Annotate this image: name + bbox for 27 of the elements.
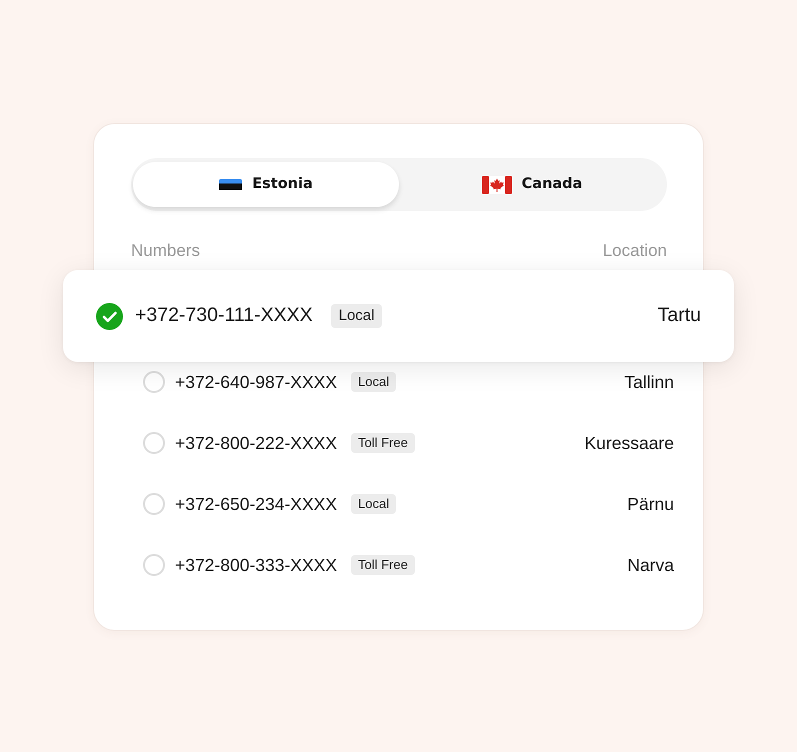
- maple-leaf-flag-icon: [482, 176, 512, 194]
- radio-button[interactable]: [143, 371, 165, 393]
- phone-number: +372-730-111-XXXX: [135, 303, 313, 328]
- location-text: Narva: [627, 554, 674, 577]
- phone-number: +372-650-234-XXXX: [175, 492, 337, 516]
- selected-row-card[interactable]: +372-730-111-XXXX Local Tartu: [63, 270, 734, 362]
- radio-button[interactable]: [143, 493, 165, 515]
- location-text: Kuressaare: [584, 432, 674, 455]
- phone-number: +372-640-987-XXXX: [175, 370, 337, 394]
- phone-number: +372-800-222-XXXX: [175, 432, 337, 455]
- number-type-tag: Toll Free: [351, 433, 415, 453]
- radio-button[interactable]: [143, 554, 165, 576]
- column-header: Location: [602, 241, 667, 261]
- number-type-tag: Toll Free: [351, 555, 415, 575]
- location-text: Tallinn: [624, 370, 674, 394]
- striped-flag-icon: [219, 179, 242, 190]
- number-type-tag: Local: [330, 304, 382, 328]
- number-type-tag: Local: [351, 494, 396, 514]
- location-text: Tartu: [658, 303, 701, 328]
- country-tab[interactable]: Canada: [399, 162, 665, 207]
- country-tab[interactable]: Estonia: [133, 162, 399, 207]
- phone-number: +372-800-333-XXXX: [175, 554, 337, 577]
- radio-button[interactable]: [143, 432, 165, 454]
- number-type-tag: Local: [351, 372, 396, 392]
- check-icon: [96, 302, 123, 330]
- location-text: Pärnu: [627, 492, 674, 516]
- column-header: Numbers: [131, 241, 200, 261]
